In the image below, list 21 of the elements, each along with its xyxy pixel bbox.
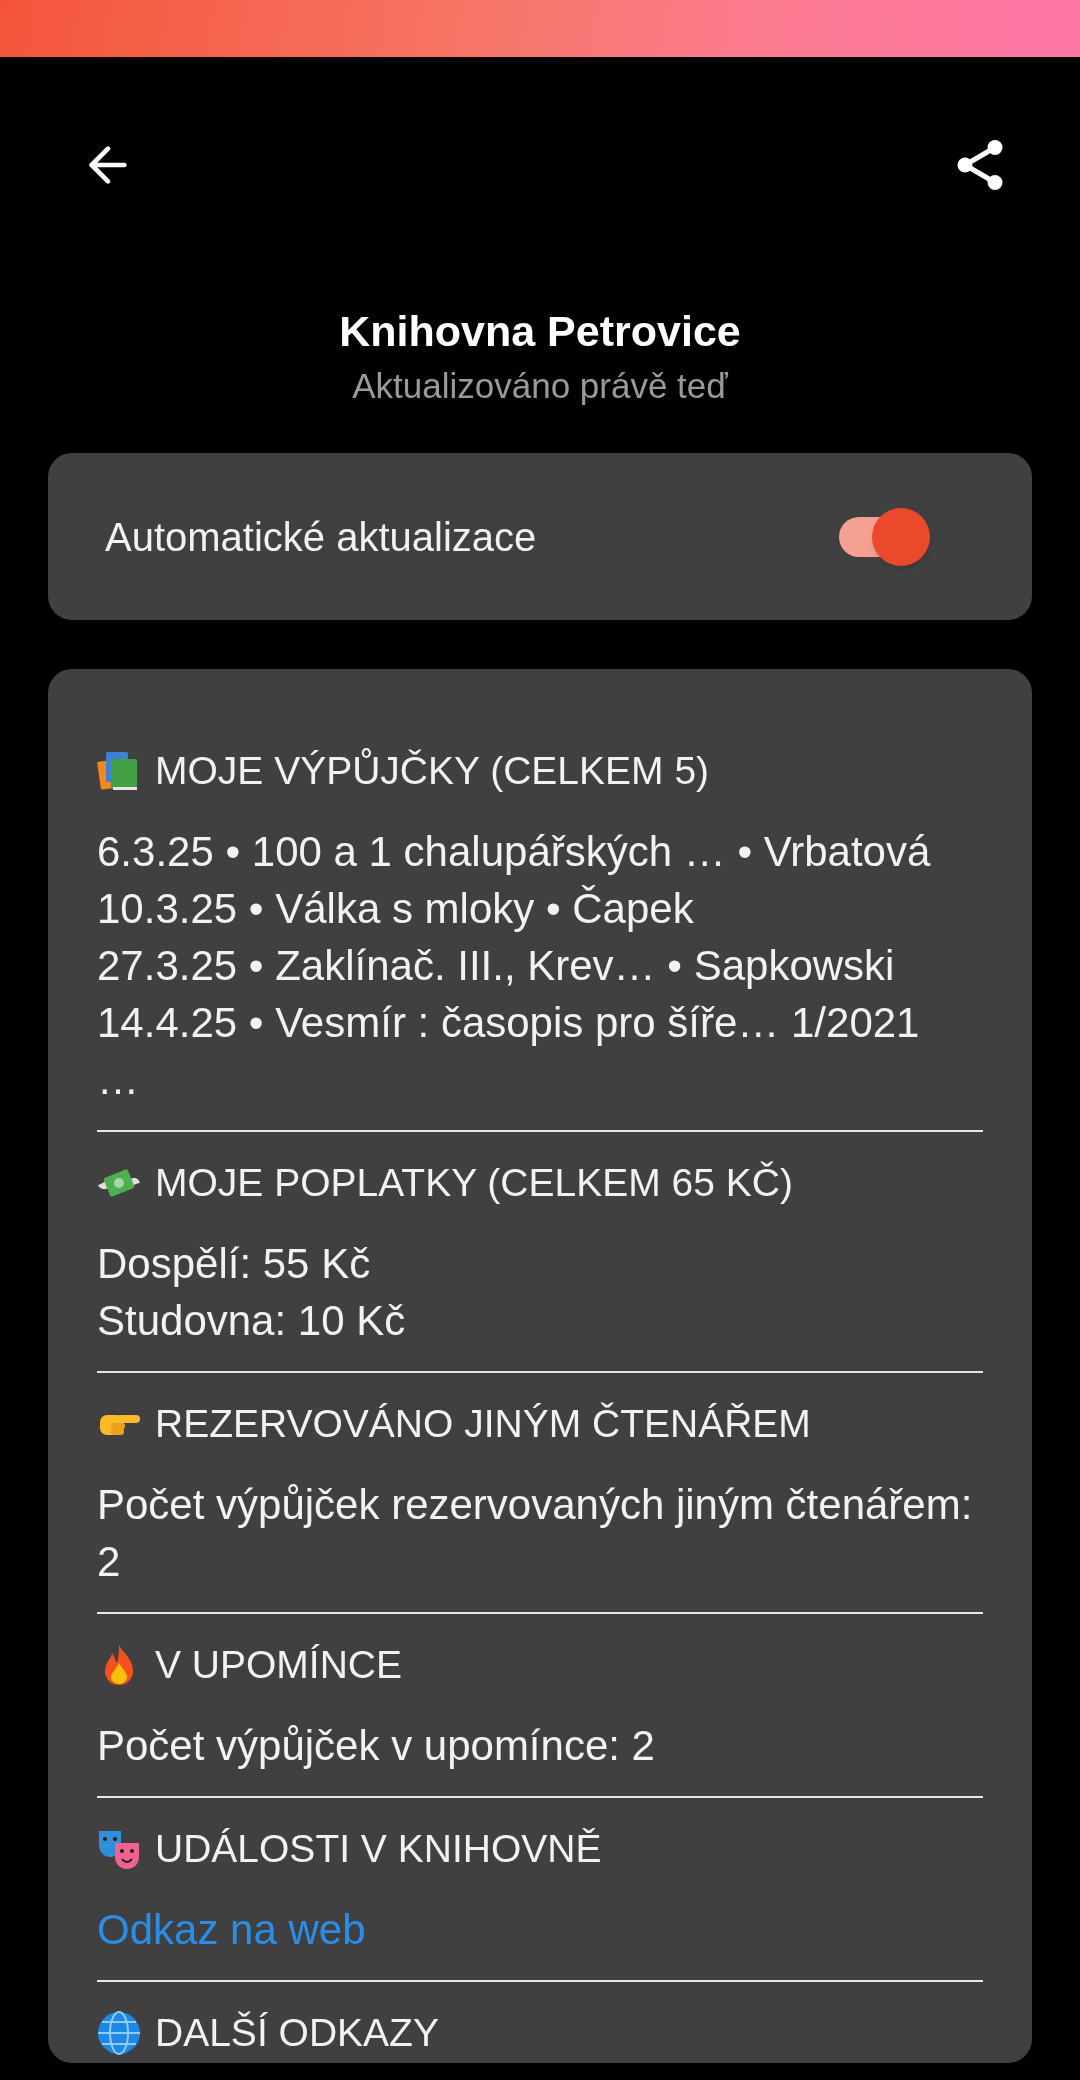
section-heading: UDÁLOSTI V KNIHOVNĚ bbox=[155, 1826, 602, 1872]
info-text: 14.4.25 • Vesmír : časopis pro šíře… 1/2021 bbox=[97, 998, 921, 1048]
update-status: Aktualizováno právě teď bbox=[352, 365, 728, 407]
info-text: Počet výpůjček rezervovaných jiným čtenářem: 2 bbox=[97, 1480, 974, 1587]
info-text: 6.3.25 • 100 a 1 chalupářských … • Vrbatová bbox=[97, 827, 932, 877]
globe-icon bbox=[97, 2011, 141, 2055]
toggle-switch[interactable] bbox=[839, 507, 930, 566]
section-heading: REZERVOVÁNO JINÝM ČTENÁŘEM bbox=[155, 1401, 811, 1447]
section-heading: DALŠÍ ODKAZY bbox=[155, 2010, 439, 2056]
info-text: 27.3.25 • Zaklínač. III., Krev… • Sapkowski bbox=[97, 941, 896, 991]
section-heading: V UPOMÍNCE bbox=[155, 1642, 403, 1688]
auto-update-label: Automatické aktualizace bbox=[105, 513, 537, 561]
section-heading: MOJE VÝPŮJČKY (CELKEM 5) bbox=[155, 747, 710, 794]
info-text: 10.3.25 • Válka s mloky • Čapek bbox=[97, 884, 695, 934]
info-text: … bbox=[97, 1055, 140, 1105]
library-title: Knihovna Petrovice bbox=[339, 306, 741, 357]
section-heading: MOJE POPLATKY (CELKEM 65 KČ) bbox=[155, 1160, 793, 1206]
info-text: Počet výpůjček v upomínce: 2 bbox=[97, 1721, 656, 1771]
web-link[interactable]: Odkaz na web bbox=[97, 1901, 366, 1958]
info-text: Studovna: 10 Kč bbox=[97, 1296, 407, 1346]
info-text: Dospělí: 55 Kč bbox=[97, 1239, 372, 1289]
